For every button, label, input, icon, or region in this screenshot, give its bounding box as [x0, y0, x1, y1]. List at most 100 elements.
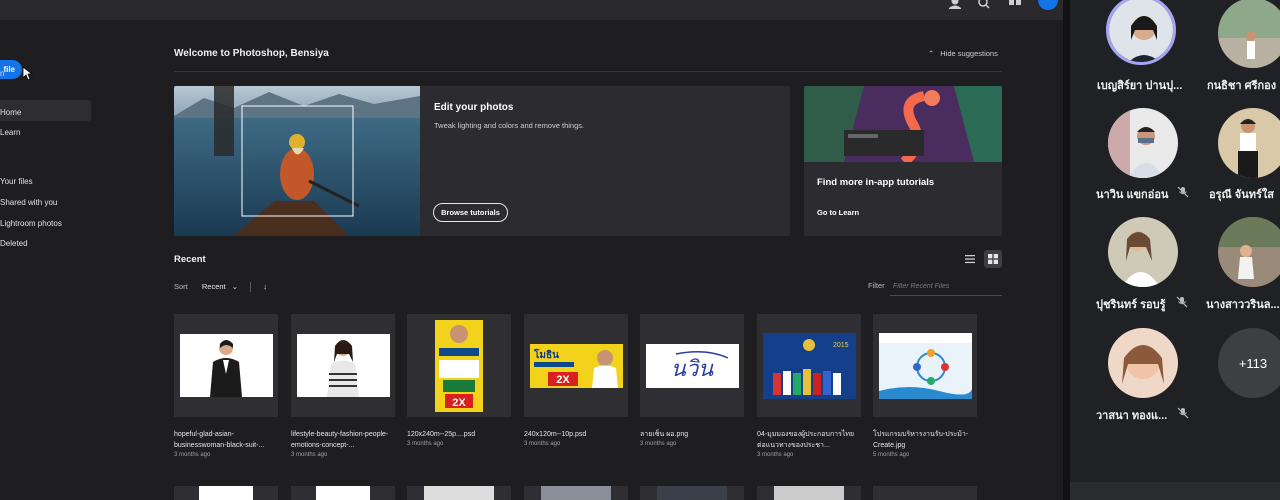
chevron-down-icon[interactable]: ⌄ — [232, 282, 238, 291]
chevron-up-icon: ⌃ — [928, 49, 935, 58]
file-tile[interactable] — [524, 486, 628, 500]
file-tile[interactable]: นวิน ลายเซ็น ผอ.png 3 months ago — [640, 314, 744, 447]
file-tile[interactable]: โปรแกรมบริหารงานรับ-ประม้า-Create.jpg 5 … — [873, 314, 977, 458]
tutorials-title: Find more in-app tutorials — [817, 177, 935, 188]
file-modified: 3 months ago — [524, 441, 561, 447]
diagram-image — [878, 332, 972, 399]
edit-photos-card[interactable]: Edit your photos Tweak lighting and colo… — [174, 86, 790, 236]
file-tile[interactable] — [757, 486, 861, 500]
participant-avatar[interactable] — [1218, 217, 1280, 287]
search-icon[interactable] — [977, 0, 991, 14]
file-thumbnail — [174, 314, 278, 417]
hide-suggestions-label: Hide suggestions — [940, 49, 998, 58]
more-participants-button[interactable]: +113 — [1218, 328, 1280, 398]
file-thumbnail — [291, 314, 395, 417]
mic-muted-icon — [1177, 186, 1189, 198]
nav-item-shared[interactable]: Shared with you — [0, 198, 57, 207]
file-tile[interactable]: 2X 120x240m--25p....psd 3 months ago — [407, 314, 511, 447]
file-thumbnail — [873, 314, 977, 417]
participant-avatar[interactable] — [1218, 108, 1280, 178]
file-name: ลายเซ็น ผอ.png — [640, 431, 689, 438]
nav-item-learn[interactable]: Learn — [0, 128, 20, 137]
list-view-icon[interactable] — [961, 250, 979, 268]
file-tile[interactable] — [291, 486, 395, 500]
nav-item-your-files[interactable]: Your files — [0, 177, 33, 186]
hide-suggestions-button[interactable]: ⌃ Hide suggestions — [928, 49, 998, 58]
canoe-lake-photo — [174, 86, 420, 236]
photoshop-home: file n Home Learn Your files Shared with… — [0, 0, 1063, 500]
file-tile[interactable] — [873, 486, 977, 500]
file-name: 240x120m--10p.psd — [524, 431, 587, 438]
divider — [174, 71, 1002, 72]
apps-grid-icon[interactable] — [1008, 0, 1022, 14]
left-nav: file n Home Learn Your files Shared with… — [0, 20, 150, 500]
file-modified: 3 months ago — [757, 452, 794, 458]
signature-image: นวิน — [645, 343, 739, 388]
file-tile[interactable] — [407, 486, 511, 500]
go-to-learn-link[interactable]: Go to Learn — [817, 208, 859, 217]
sort-controls: Sort Recent ⌄ ↓ — [174, 282, 267, 293]
file-tile[interactable] — [640, 486, 744, 500]
in-app-tutorials-card[interactable]: Find more in-app tutorials Go to Learn — [804, 86, 1002, 236]
browse-tutorials-button[interactable]: Browse tutorials — [433, 203, 508, 222]
file-name: lifestyle-beauty-fashion-people-emotions… — [291, 431, 389, 449]
asean-brochure-image: 2015 — [762, 332, 856, 399]
file-thumbnail: โมธิน 2X — [524, 314, 628, 417]
election-poster-image: 2X — [435, 319, 483, 412]
mic-muted-icon — [1176, 296, 1188, 308]
election-banner-image: โมธิน 2X — [529, 343, 623, 388]
brochure-year: 2015 — [833, 342, 849, 349]
file-thumbnail: 2015 — [757, 314, 861, 417]
sort-label: Sort — [174, 282, 188, 291]
file-name: 120x240m--25p....psd — [407, 431, 476, 438]
sort-direction-icon[interactable]: ↓ — [263, 282, 267, 291]
nav-item-deleted[interactable]: Deleted — [0, 239, 28, 248]
participant-name: อรุณี จันทร์ใส — [1209, 189, 1274, 201]
participant-name: นาวิน แขกอ่อน — [1096, 189, 1169, 201]
file-name: โปรแกรมบริหารงานรับ-ประม้า-Create.jpg — [873, 431, 969, 449]
recent-title: Recent — [174, 254, 206, 265]
open-button[interactable]: n — [0, 69, 4, 78]
file-modified: 5 months ago — [873, 452, 910, 458]
mic-muted-icon — [1177, 407, 1189, 419]
panel-divider — [1063, 0, 1070, 500]
edit-photos-description: Tweak lighting and colors and remove thi… — [434, 121, 585, 130]
participant-avatar[interactable] — [1108, 328, 1178, 398]
banner-2x-label: 2X — [556, 374, 570, 386]
participant-name: วาสนา ทองแ... — [1096, 410, 1168, 422]
file-modified: 3 months ago — [174, 452, 211, 458]
nav-item-home[interactable]: Home — [0, 108, 21, 117]
grid-view-icon[interactable] — [984, 250, 1002, 268]
file-tile[interactable]: โมธิน 2X 240x120m--10p.psd 3 months ago — [524, 314, 628, 447]
file-tile[interactable] — [174, 486, 278, 500]
participant-name: ปุชรินทร์ รอบรู้ — [1096, 299, 1166, 311]
account-avatar[interactable] — [1038, 0, 1058, 10]
file-tile[interactable]: hopeful-glad-asian-businesswoman-black-s… — [174, 314, 278, 458]
participant-name: กนธิชา ศรีกอง — [1207, 80, 1277, 92]
poster-2x-label: 2X — [452, 397, 466, 409]
banner-name-label: โมธิน — [533, 348, 559, 361]
file-tile[interactable]: lifestyle-beauty-fashion-people-emotions… — [291, 314, 395, 458]
smiling-woman-image — [296, 334, 390, 397]
file-modified: 3 months ago — [407, 441, 444, 447]
meeting-toolbar — [1070, 482, 1280, 500]
mouse-cursor-icon — [23, 67, 33, 81]
file-thumbnail: 2X — [407, 314, 511, 417]
nav-item-lightroom[interactable]: Lightroom photos — [0, 219, 62, 228]
filter-input[interactable] — [890, 278, 1002, 296]
participant-avatar[interactable] — [1108, 217, 1178, 287]
sort-divider — [250, 282, 252, 293]
participant-avatar[interactable] — [1108, 108, 1178, 178]
user-icon[interactable] — [948, 0, 962, 14]
businesswoman-image — [179, 334, 273, 397]
top-bar — [0, 0, 1063, 20]
sort-dropdown[interactable]: Recent — [202, 282, 226, 291]
edit-photos-title: Edit your photos — [434, 102, 514, 113]
file-modified: 3 months ago — [291, 452, 328, 458]
file-tile[interactable]: 2015 04-มุมมองของผู้ประกอบการไทยต่อแนวทา… — [757, 314, 861, 458]
participant-name: นางสาววรินล... — [1206, 299, 1280, 311]
signature-text: นวิน — [670, 357, 713, 382]
filter-label: Filter — [868, 281, 885, 290]
flamingo-image — [804, 86, 1002, 162]
file-name: 04-มุมมองของผู้ประกอบการไทยต่อแนวทางของป… — [757, 431, 855, 449]
